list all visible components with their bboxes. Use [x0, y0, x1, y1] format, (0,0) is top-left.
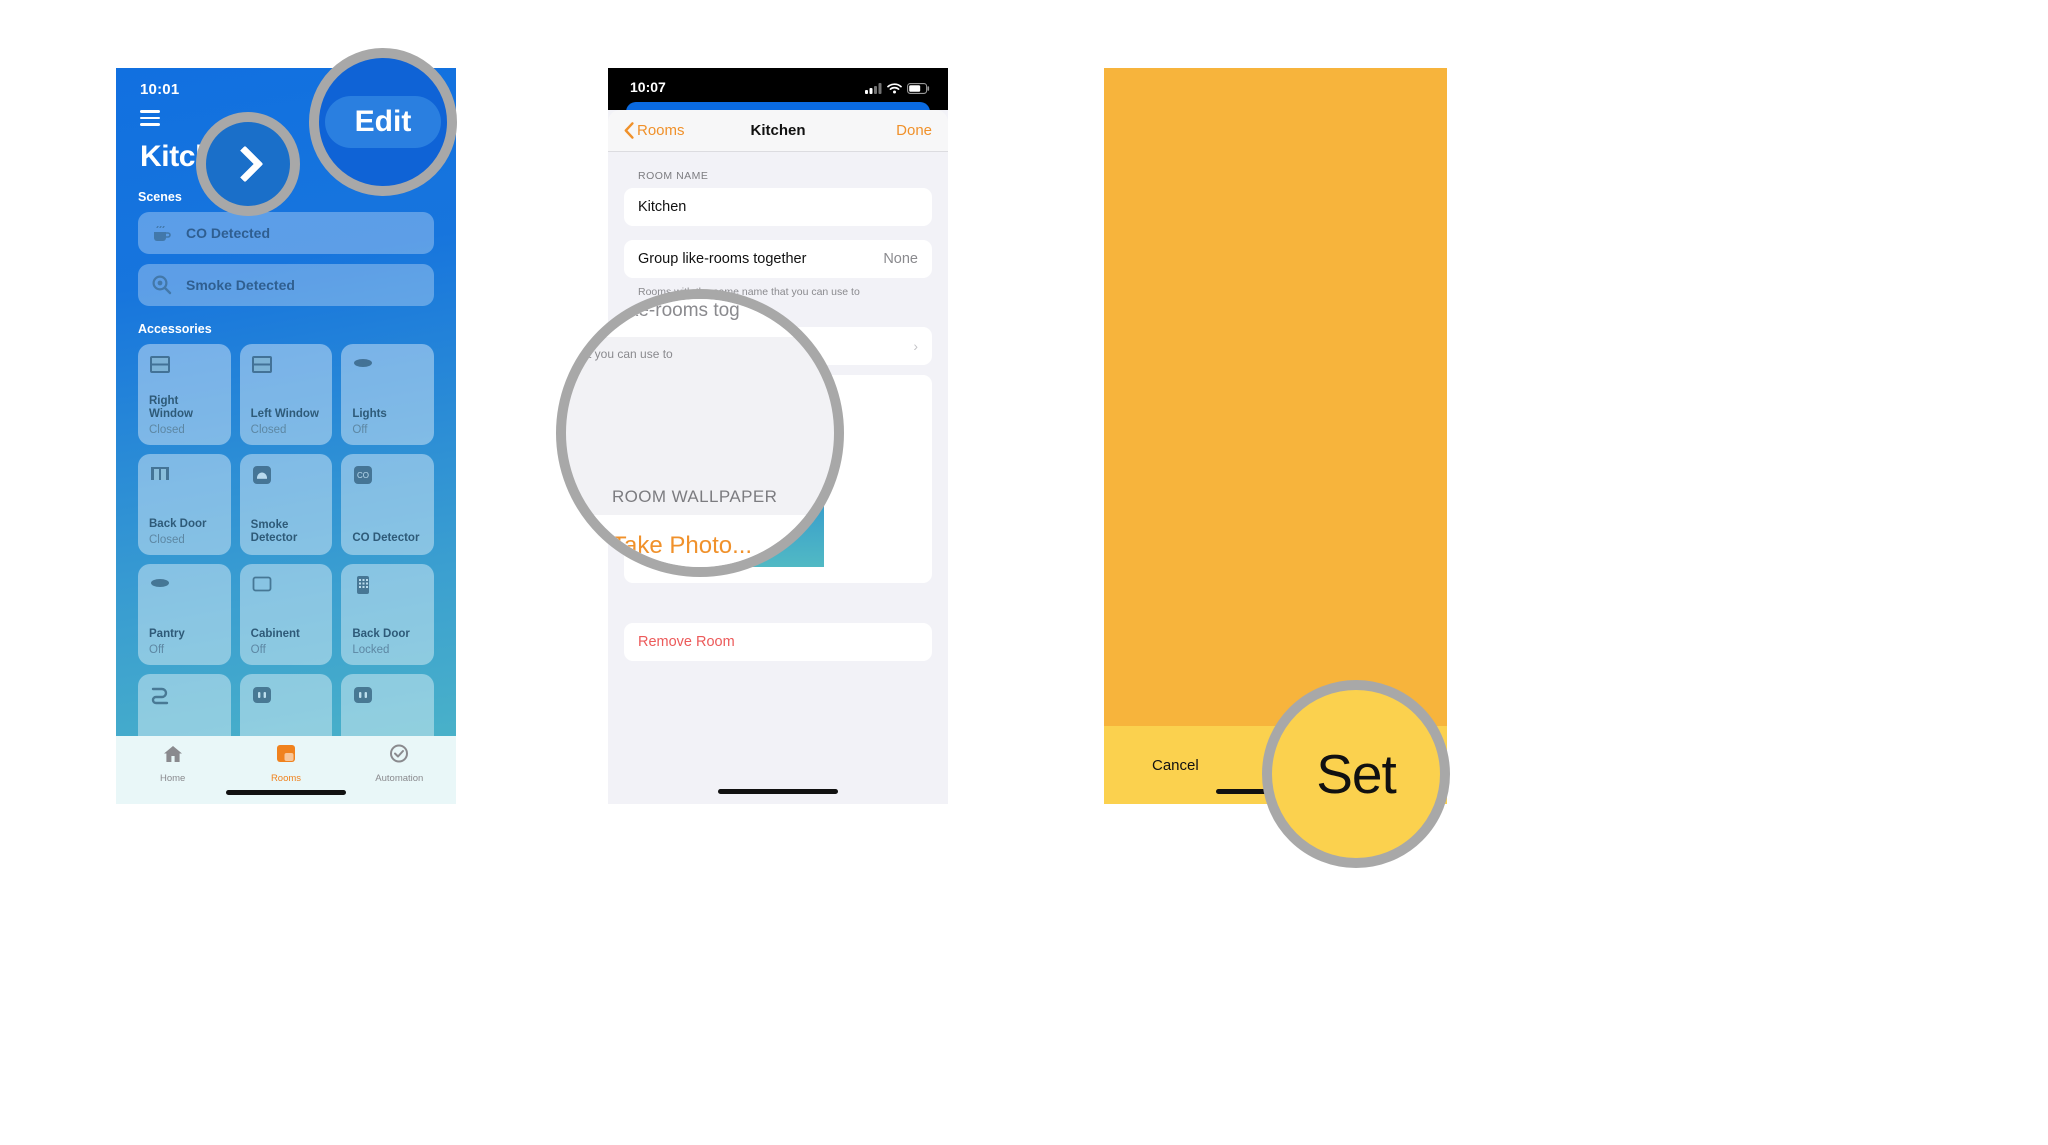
- outlet-icon: [251, 684, 273, 706]
- status-system-icons: [865, 81, 930, 99]
- window-icon: [251, 354, 273, 376]
- lock-keypad-icon: [352, 574, 374, 596]
- accessory-state: Locked: [352, 643, 390, 656]
- door-icon: [149, 464, 171, 486]
- scene-row[interactable]: CO Detected: [138, 212, 434, 254]
- status-time: 10:01: [140, 80, 180, 98]
- callout-set-button: Set: [1262, 680, 1450, 868]
- accessory-tile[interactable]: CO CO Detector: [341, 454, 434, 555]
- clock-check-icon: [388, 744, 410, 769]
- set-button-magnified[interactable]: Set: [1316, 742, 1397, 806]
- callout-chevron-right: [196, 112, 300, 216]
- square-outline-icon: [251, 574, 273, 596]
- accessory-name: Back Door: [149, 518, 207, 531]
- accessory-tile[interactable]: Right Window Closed: [138, 344, 231, 445]
- house-icon: [162, 744, 184, 769]
- cellular-icon: [865, 81, 882, 99]
- co-detector-icon: CO: [352, 464, 374, 486]
- accessory-state: Closed: [149, 533, 185, 546]
- accessory-name: Left Window: [250, 408, 319, 421]
- scene-row[interactable]: Smoke Detected: [138, 264, 434, 306]
- remove-room-button[interactable]: Remove Room: [624, 623, 932, 662]
- accessory-name: CO Detector: [352, 532, 420, 545]
- callout-group-row-label: ap like-rooms tog: [594, 300, 740, 321]
- callout-caption: t you can use to: [588, 347, 673, 361]
- accessory-tile[interactable]: Pantry Off: [138, 564, 231, 665]
- callout-group-row-value: None: [780, 300, 826, 321]
- accessory-state: Off: [149, 643, 165, 656]
- cable-icon: [149, 684, 171, 706]
- outlet-icon: [352, 684, 374, 706]
- group-like-rooms-row[interactable]: Group like-rooms together None: [624, 240, 932, 278]
- accessory-tile[interactable]: Smoke Detector: [239, 454, 333, 555]
- chevron-right-icon: [226, 145, 263, 183]
- light-icon: [352, 354, 374, 376]
- accessory-state: Off: [250, 643, 266, 656]
- cancel-button[interactable]: Cancel: [1152, 757, 1199, 774]
- home-indicator: [226, 790, 346, 795]
- accessory-name: Right Window: [149, 394, 193, 421]
- callout-wallpaper-menu: ap like-rooms tog None t you can use to …: [556, 289, 844, 577]
- scenes-header: Scenes: [138, 190, 182, 204]
- smoke-detector-icon: [251, 464, 273, 486]
- accessory-state: Closed: [149, 423, 185, 436]
- callout-menu-heading: ROOM WALLPAPER: [612, 487, 778, 506]
- nav-title: Kitchen: [750, 122, 806, 139]
- status-time: 10:07: [630, 79, 666, 95]
- remove-room-label: Remove Room: [638, 634, 735, 651]
- room-name-label: ROOM NAME: [638, 170, 709, 182]
- tab-home[interactable]: Home: [116, 744, 229, 784]
- status-bar: 10:07: [608, 68, 948, 124]
- chevron-left-icon: [624, 122, 634, 139]
- room-name-value: Kitchen: [638, 199, 687, 215]
- smoke-magnifier-icon: [150, 273, 174, 297]
- co-mug-icon: [150, 221, 174, 245]
- accessory-name: Back Door: [352, 628, 410, 641]
- tab-label: Rooms: [270, 773, 302, 784]
- accessory-tile[interactable]: Cabinent Off: [239, 564, 333, 665]
- accessory-tile[interactable]: Back Door Locked: [341, 564, 434, 665]
- accessory-name: Lights: [352, 408, 387, 421]
- callout-edit-button: Edit: [309, 48, 457, 196]
- accessory-tile[interactable]: Back Door Closed: [138, 454, 231, 555]
- group-like-rooms-value: None: [883, 251, 918, 267]
- rooms-icon: [275, 744, 297, 769]
- accessory-name: Cabinent: [250, 628, 300, 641]
- accessory-state: Off: [352, 423, 368, 436]
- accessories-header: Accessories: [138, 322, 212, 336]
- callout-menu-content: ap like-rooms tog None t you can use to …: [566, 299, 834, 567]
- list-icon[interactable]: [140, 110, 160, 126]
- navigation-bar: Rooms Kitchen Done: [608, 110, 948, 152]
- done-button[interactable]: Done: [896, 122, 932, 139]
- accessories-grid: Right Window Closed Left Window Closed L…: [138, 344, 434, 775]
- edit-button[interactable]: Edit: [324, 96, 442, 148]
- accessory-state: Closed: [250, 423, 287, 436]
- window-icon: [149, 354, 171, 376]
- room-name-field[interactable]: Kitchen: [624, 188, 932, 226]
- scene-label: Smoke Detected: [186, 277, 295, 293]
- back-button-label: Rooms: [637, 122, 685, 139]
- accessory-tile[interactable]: Lights Off: [341, 344, 434, 445]
- svg-text:CO: CO: [357, 471, 369, 480]
- light-icon: [149, 574, 171, 596]
- tab-label: Automation: [375, 773, 424, 784]
- chevron-right-icon: ›: [913, 338, 918, 355]
- screenshot-stage: 10:01 Kitchen Scenes CO Detected Smoke D…: [0, 0, 2048, 1145]
- accessory-name: Smoke Detector: [250, 518, 298, 545]
- tab-label: Home: [159, 773, 186, 784]
- accessory-name: Pantry: [149, 628, 185, 641]
- tab-automation[interactable]: Automation: [343, 744, 456, 784]
- home-indicator: [718, 789, 838, 794]
- wifi-icon: [887, 81, 902, 99]
- group-like-rooms-label: Group like-rooms together: [638, 251, 807, 267]
- tab-rooms[interactable]: Rooms: [229, 744, 342, 784]
- back-button-rooms[interactable]: Rooms: [624, 122, 685, 139]
- battery-icon: [907, 81, 930, 99]
- accessory-tile[interactable]: Left Window Closed: [239, 344, 333, 445]
- scene-label: CO Detected: [186, 225, 271, 241]
